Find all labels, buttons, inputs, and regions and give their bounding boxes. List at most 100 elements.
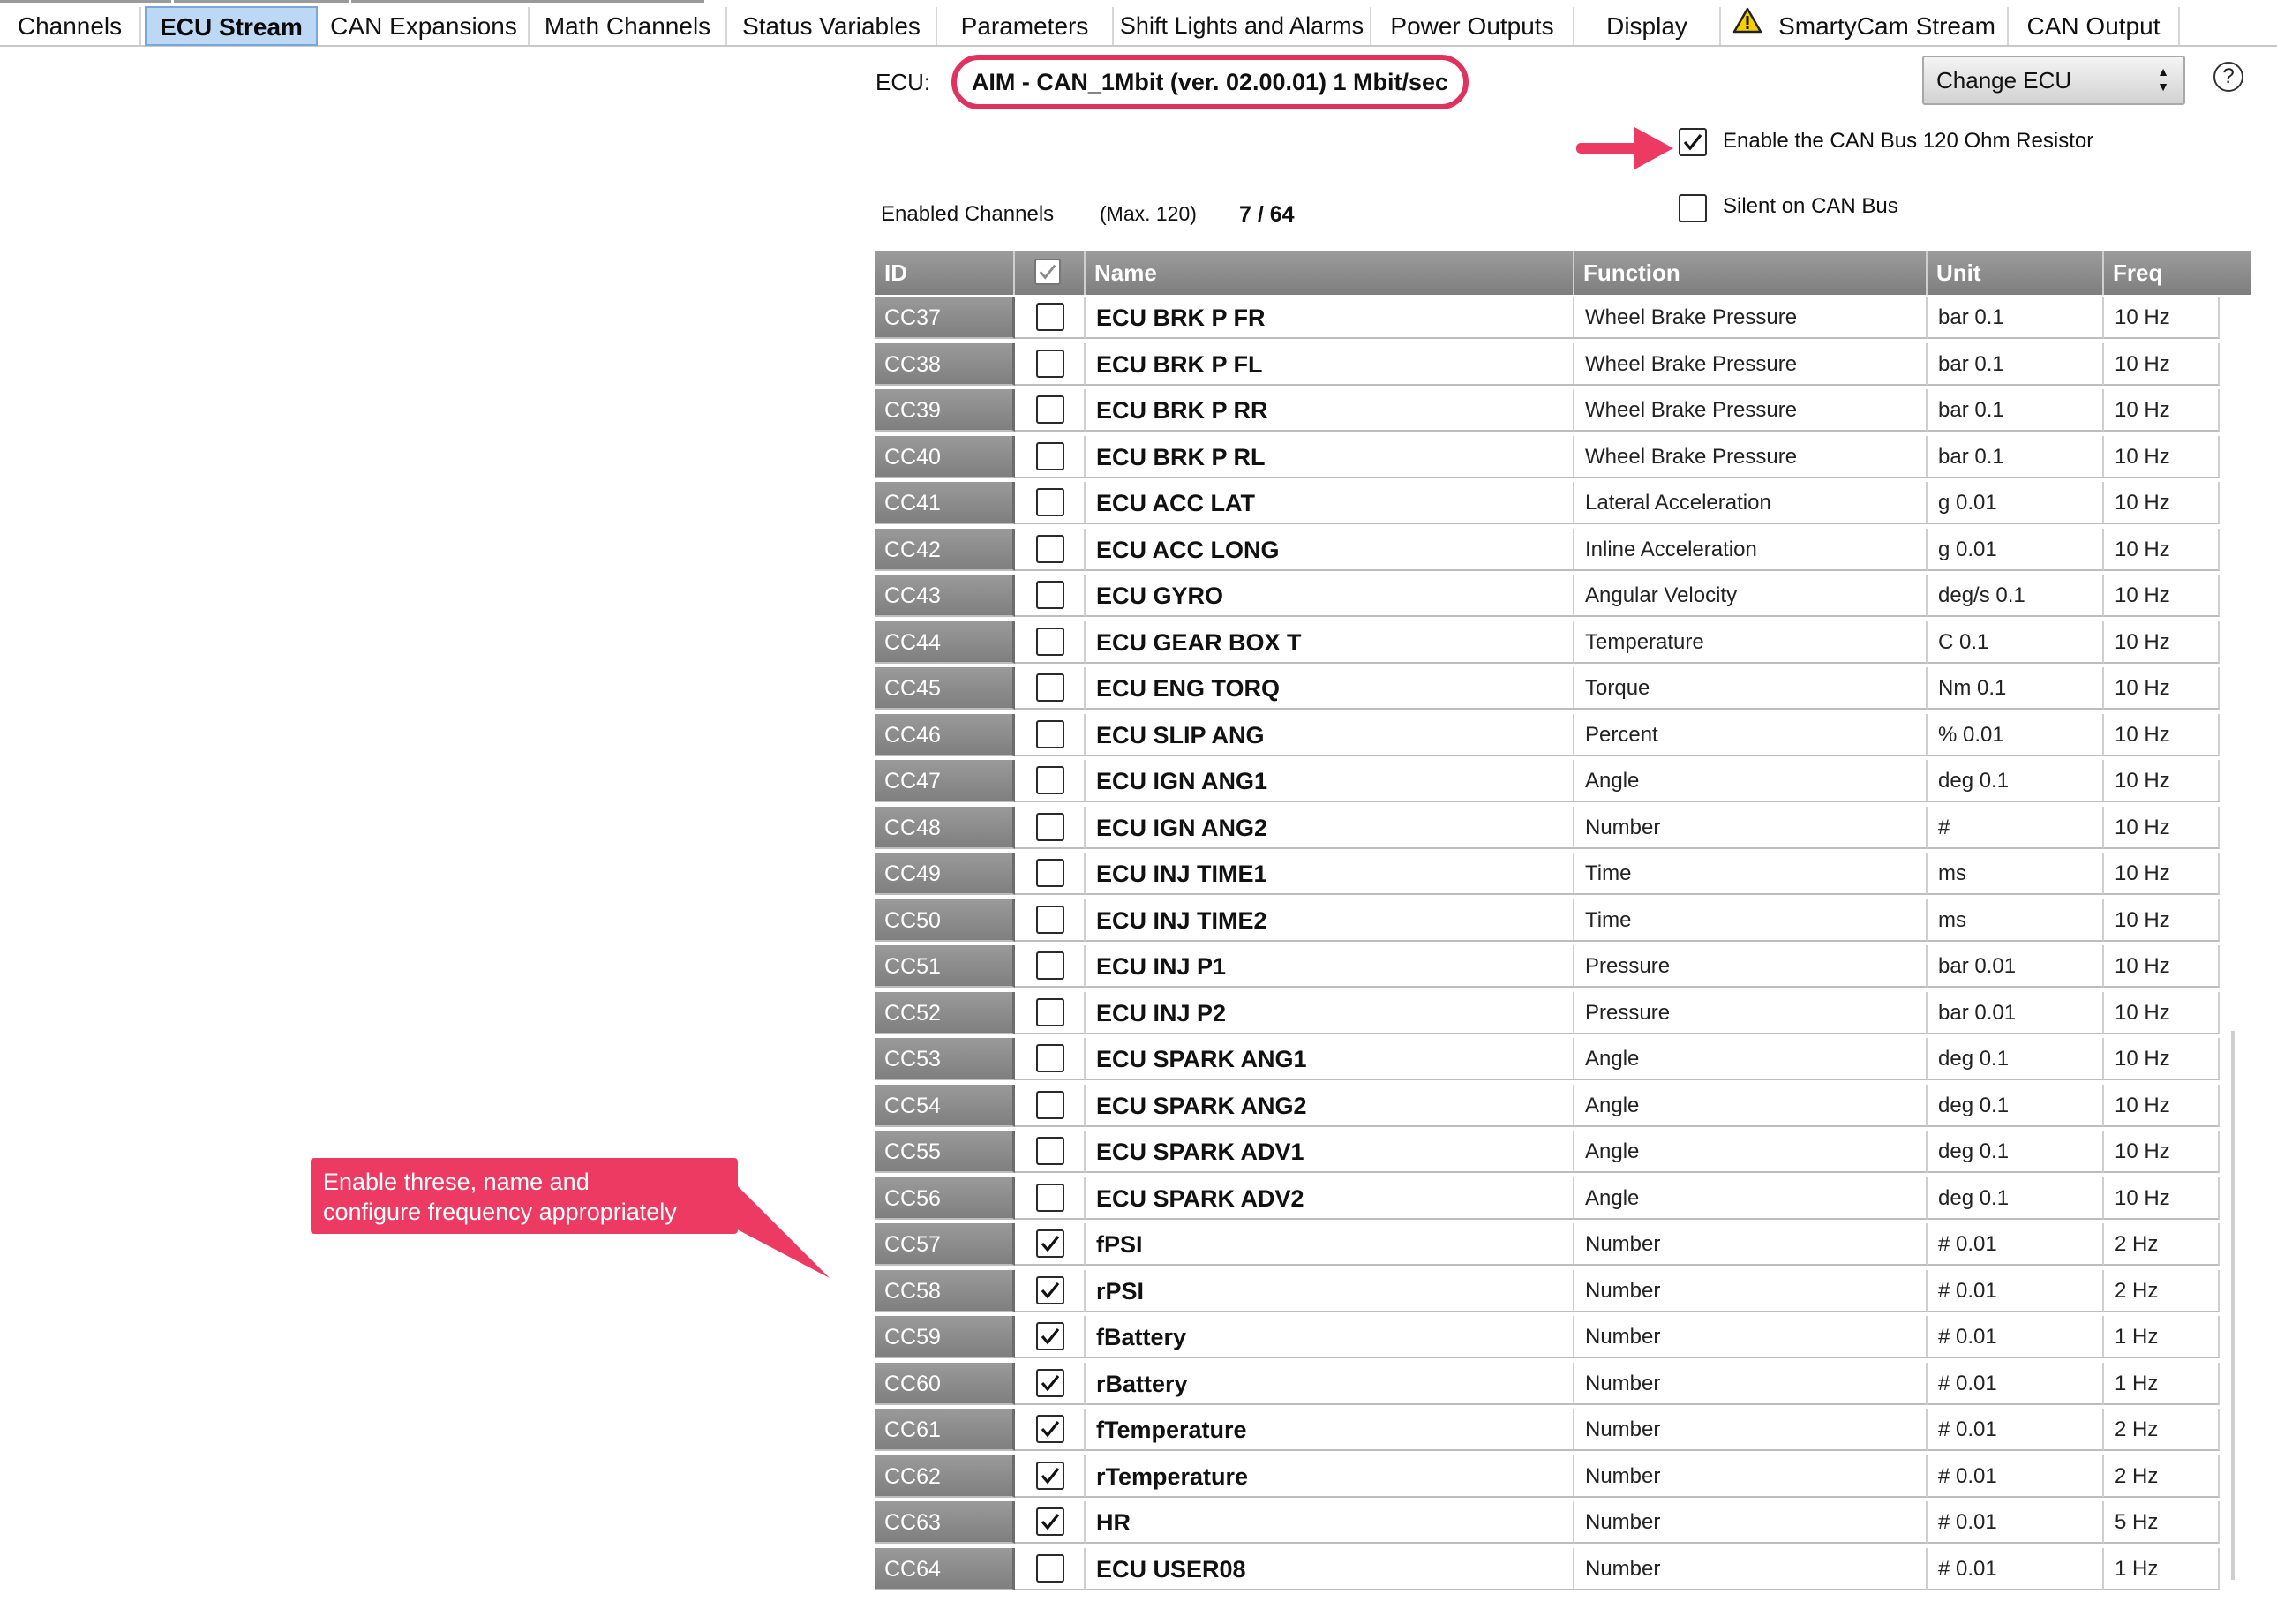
row-name[interactable]: ECU INJ TIME2 <box>1086 898 1574 942</box>
table-row[interactable]: CC61 fTemperature Number # 0.01 2 Hz <box>875 1409 2220 1455</box>
row-name[interactable]: ECU SPARK ANG2 <box>1086 1084 1574 1127</box>
row-freq[interactable]: 10 Hz <box>2104 482 2220 524</box>
table-row[interactable]: CC53 ECU SPARK ANG1 Angle deg 0.1 10 Hz <box>875 1038 2220 1084</box>
row-enable-checkbox[interactable] <box>1036 1090 1064 1119</box>
row-enable-checkbox[interactable] <box>1036 997 1064 1026</box>
table-row[interactable]: CC47 ECU IGN ANG1 Angle deg 0.1 10 Hz <box>875 760 2220 806</box>
tab-smartycam-stream[interactable]: SmartyCam Stream <box>1721 7 2009 45</box>
row-freq[interactable]: 10 Hz <box>2104 1084 2220 1127</box>
row-name[interactable]: fBattery <box>1086 1316 1574 1358</box>
table-row[interactable]: CC55 ECU SPARK ADV1 Angle deg 0.1 10 Hz <box>875 1131 2220 1177</box>
row-name[interactable]: ECU ACC LONG <box>1086 528 1574 571</box>
row-freq[interactable]: 10 Hz <box>2104 389 2220 432</box>
row-freq[interactable]: 1 Hz <box>2104 1362 2220 1405</box>
table-row[interactable]: CC60 rBattery Number # 0.01 1 Hz <box>875 1362 2220 1409</box>
row-enable-checkbox[interactable] <box>1036 673 1064 702</box>
row-enable-checkbox[interactable] <box>1036 766 1064 794</box>
row-freq[interactable]: 10 Hz <box>2104 806 2220 849</box>
row-name[interactable]: ECU SPARK ADV1 <box>1086 1131 1574 1173</box>
row-enable-checkbox[interactable] <box>1036 395 1064 424</box>
tab-display[interactable]: Display <box>1574 7 1721 45</box>
help-button[interactable]: ? <box>2213 62 2243 92</box>
row-name[interactable]: ECU GEAR BOX T <box>1086 620 1574 664</box>
row-enable-checkbox[interactable] <box>1036 534 1064 563</box>
table-scrollbar[interactable] <box>2231 1031 2235 1580</box>
row-name[interactable]: fTemperature <box>1086 1409 1574 1451</box>
table-row[interactable]: CC52 ECU INJ P2 Pressure bar 0.01 10 Hz <box>875 991 2220 1038</box>
row-name[interactable]: ECU IGN ANG2 <box>1086 806 1574 849</box>
row-freq[interactable]: 10 Hz <box>2104 435 2220 478</box>
table-row[interactable]: CC50 ECU INJ TIME2 Time ms 10 Hz <box>875 898 2220 945</box>
row-freq[interactable]: 2 Hz <box>2104 1409 2220 1451</box>
row-name[interactable]: HR <box>1086 1501 1574 1544</box>
tab-ecu-stream[interactable]: ECU Stream <box>145 6 318 46</box>
table-row[interactable]: CC46 ECU SLIP ANG Percent% 0.01 10 Hz <box>875 713 2220 760</box>
row-enable-checkbox[interactable] <box>1036 1229 1064 1258</box>
row-freq[interactable]: 10 Hz <box>2104 575 2220 617</box>
row-enable-checkbox[interactable] <box>1036 1553 1064 1583</box>
row-freq[interactable]: 10 Hz <box>2104 713 2220 756</box>
silent-checkbox[interactable] <box>1679 194 1707 222</box>
table-row[interactable]: CC56 ECU SPARK ADV2 Angle deg 0.1 10 Hz <box>875 1177 2220 1223</box>
row-freq[interactable]: 10 Hz <box>2104 297 2220 339</box>
tab-math-channels[interactable]: Math Channels <box>530 7 727 45</box>
row-freq[interactable]: 10 Hz <box>2104 853 2220 895</box>
table-row[interactable]: CC49 ECU INJ TIME1 Time ms 10 Hz <box>875 853 2220 898</box>
table-row[interactable]: CC58 rPSI Number # 0.01 2 Hz <box>875 1269 2220 1316</box>
row-freq[interactable]: 10 Hz <box>2104 945 2220 988</box>
row-enable-checkbox[interactable] <box>1036 488 1064 516</box>
row-enable-checkbox[interactable] <box>1036 1137 1064 1165</box>
row-freq[interactable]: 10 Hz <box>2104 528 2220 571</box>
row-enable-checkbox[interactable] <box>1036 581 1064 609</box>
row-name[interactable]: fPSI <box>1086 1223 1574 1266</box>
row-freq[interactable]: 10 Hz <box>2104 667 2220 710</box>
table-row[interactable]: CC43 ECU GYRO Angular Velocity deg/s 0.1 10 … <box>875 575 2220 620</box>
tab-can-expansions[interactable]: CAN Expansions <box>319 7 530 45</box>
row-name[interactable]: ECU SLIP ANG <box>1086 713 1574 756</box>
tab-parameters[interactable]: Parameters <box>937 7 1114 45</box>
row-freq[interactable]: 10 Hz <box>2104 620 2220 664</box>
row-enable-checkbox[interactable] <box>1036 1368 1064 1397</box>
row-enable-checkbox[interactable] <box>1036 812 1064 841</box>
table-row[interactable]: CC39 ECU BRK P RR Wheel Brake Pressure bar … <box>875 389 2220 435</box>
row-freq[interactable]: 5 Hz <box>2104 1501 2220 1544</box>
row-freq[interactable]: 1 Hz <box>2104 1316 2220 1358</box>
row-name[interactable]: ECU ACC LAT <box>1086 482 1574 524</box>
row-name[interactable]: ECU INJ P2 <box>1086 991 1574 1034</box>
tab-status-variables[interactable]: Status Variables <box>727 7 937 45</box>
column-header-id[interactable]: ID <box>875 251 1015 295</box>
row-freq[interactable]: 2 Hz <box>2104 1223 2220 1266</box>
row-name[interactable]: rBattery <box>1086 1362 1574 1405</box>
row-freq[interactable]: 10 Hz <box>2104 1038 2220 1080</box>
table-row[interactable]: CC42 ECU ACC LONG Inline Acceleration g 0.0… <box>875 528 2220 575</box>
row-enable-checkbox[interactable] <box>1036 1183 1064 1212</box>
row-name[interactable]: rPSI <box>1086 1269 1574 1312</box>
row-freq[interactable]: 10 Hz <box>2104 991 2220 1034</box>
row-freq[interactable]: 10 Hz <box>2104 898 2220 942</box>
table-row[interactable]: CC45 ECU ENG TORQ Torque Nm 0.1 10 Hz <box>875 667 2220 713</box>
row-enable-checkbox[interactable] <box>1036 859 1064 887</box>
row-enable-checkbox[interactable] <box>1036 1415 1064 1443</box>
column-header-function[interactable]: Function <box>1574 251 1928 295</box>
column-header-unit[interactable]: Unit <box>1928 251 2104 295</box>
row-freq[interactable]: 10 Hz <box>2104 1177 2220 1220</box>
table-row[interactable]: CC63 HR Number # 0.01 5 Hz <box>875 1501 2220 1547</box>
tab-can-output[interactable]: CAN Output <box>2009 7 2180 45</box>
table-row[interactable]: CC38 ECU BRK P FL Wheel Brake Pressure bar … <box>875 342 2220 389</box>
row-name[interactable]: ECU INJ P1 <box>1086 945 1574 988</box>
row-freq[interactable]: 10 Hz <box>2104 760 2220 802</box>
tab-shift-lights-and-alarms[interactable]: Shift Lights and Alarms <box>1114 7 1371 45</box>
table-row[interactable]: CC37 ECU BRK P FR Wheel Brake Pressure bar … <box>875 297 2220 342</box>
row-name[interactable]: rTemperature <box>1086 1455 1574 1498</box>
table-row[interactable]: CC41 ECU ACC LAT Lateral Acceleration g 0.0… <box>875 482 2220 528</box>
row-name[interactable]: ECU SPARK ADV2 <box>1086 1177 1574 1220</box>
table-row[interactable]: CC48 ECU IGN ANG2 Number #10 Hz <box>875 806 2220 853</box>
column-header-freq[interactable]: Freq <box>2104 251 2251 295</box>
row-freq[interactable]: 10 Hz <box>2104 342 2220 386</box>
row-enable-checkbox[interactable] <box>1036 441 1064 470</box>
select-all-checkbox[interactable] <box>1034 259 1061 285</box>
row-name[interactable]: ECU BRK P RR <box>1086 389 1574 432</box>
table-row[interactable]: CC64 ECU USER08 Number # 0.01 1 Hz <box>875 1547 2220 1594</box>
row-enable-checkbox[interactable] <box>1036 349 1064 378</box>
row-name[interactable]: ECU ENG TORQ <box>1086 667 1574 710</box>
